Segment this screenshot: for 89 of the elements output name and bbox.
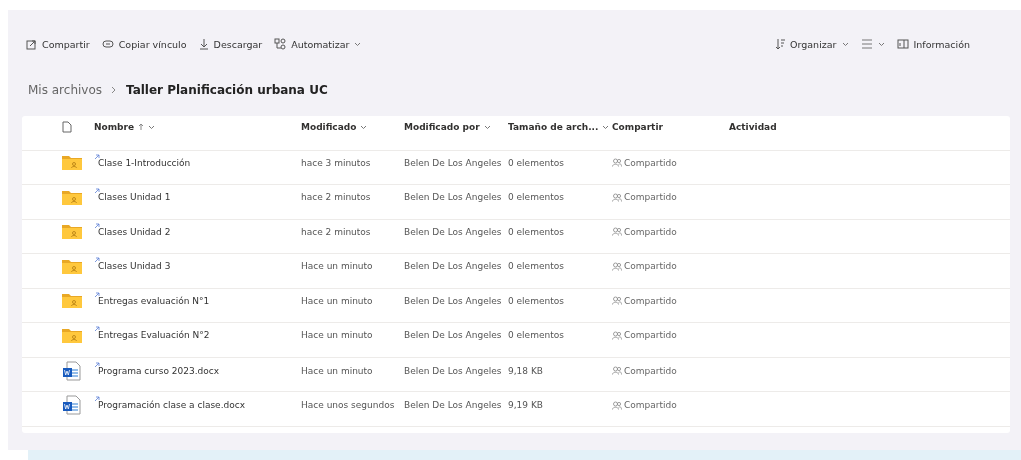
share-icon	[26, 38, 37, 50]
people-icon	[612, 261, 622, 271]
sync-arrow-icon	[94, 291, 100, 298]
modified-by-cell-text: Belen De Los Angeles	[404, 330, 503, 341]
breadcrumb-current: Taller Planificación urbana UC	[126, 83, 328, 97]
file-name-link[interactable]: Programa curso 2023.docx	[94, 365, 301, 376]
people-icon	[612, 330, 622, 340]
people-icon	[612, 366, 622, 376]
shared-folder-icon	[62, 224, 82, 240]
people-icon	[612, 400, 622, 410]
file-name-link[interactable]: Clase 1-Introducción	[94, 157, 301, 168]
modified-by-cell-text: Belen De Los Angeles	[404, 400, 503, 411]
modified-by-cell-text: Belen De Los Angeles	[404, 226, 503, 237]
sharing-status: Compartido	[624, 330, 677, 341]
sort-icon	[775, 38, 786, 50]
breadcrumb-link[interactable]: Mis archivos	[28, 83, 102, 97]
column-header[interactable]: Tamaño de arch...	[508, 122, 612, 133]
size-cell-text: 0 elementos	[508, 192, 565, 203]
sync-arrow-icon	[94, 326, 100, 333]
size-cell-text: 0 elementos	[508, 295, 565, 306]
sharing-status: Compartido	[624, 400, 677, 411]
shared-folder-icon	[62, 155, 82, 171]
sharing-status: Compartido	[624, 295, 677, 306]
modified-by-cell-text: Belen De Los Angeles	[404, 157, 503, 168]
people-icon	[612, 158, 622, 168]
size-cell-text: 9,18 KB	[508, 365, 544, 376]
sort-up-icon	[138, 123, 145, 132]
flow-button[interactable]: Automatizar	[274, 38, 362, 50]
share-button[interactable]: Compartir	[26, 38, 90, 50]
shared-folder-icon	[62, 189, 82, 205]
file-name-link[interactable]: Programación clase a clase.docx	[94, 400, 301, 411]
modified-cell-text: Hace unos segundos	[301, 400, 396, 411]
sync-arrow-icon	[94, 361, 100, 368]
people-icon	[612, 296, 622, 306]
size-cell-text: 0 elementos	[508, 330, 565, 341]
sync-arrow-icon	[94, 396, 100, 403]
column-header[interactable]: Modificado	[301, 122, 404, 133]
sharing-status: Compartido	[624, 226, 677, 237]
modified-cell-text: Hace un minuto	[301, 261, 374, 272]
sync-arrow-icon	[94, 188, 100, 195]
file-name-link[interactable]: Clases Unidad 2	[94, 226, 301, 237]
sharing-status: Compartido	[624, 192, 677, 203]
people-icon	[612, 192, 622, 202]
column-header[interactable]: Actividad	[729, 122, 1010, 133]
download-button[interactable]: Descargar	[198, 38, 263, 50]
size-cell-text: 0 elementos	[508, 261, 565, 272]
modified-cell-text: hace 2 minutos	[301, 192, 372, 203]
file-type-icon	[62, 121, 72, 134]
modified-cell-text: Hace un minuto	[301, 365, 374, 376]
view-button[interactable]	[860, 39, 885, 49]
word-document-icon	[62, 360, 82, 381]
flow-icon	[274, 38, 287, 50]
sync-arrow-icon	[94, 153, 100, 160]
shared-folder-icon	[62, 327, 82, 343]
sharing-status: Compartido	[624, 157, 677, 168]
shared-folder-icon	[62, 293, 82, 309]
modified-cell-text: Hace un minuto	[301, 295, 374, 306]
size-cell-text: 0 elementos	[508, 157, 565, 168]
file-name-link[interactable]: Clases Unidad 3	[94, 261, 301, 272]
people-icon	[612, 227, 622, 237]
column-header[interactable]: Nombre	[94, 122, 301, 133]
sync-arrow-icon	[94, 257, 100, 264]
chevron-right-icon	[110, 86, 118, 94]
modified-by-cell-text: Belen De Los Angeles	[404, 261, 503, 272]
file-name-link[interactable]: Entregas Evaluación N°2	[94, 330, 301, 341]
file-name-link[interactable]: Entregas evaluación N°1	[94, 295, 301, 306]
modified-by-cell-text: Belen De Los Angeles	[404, 295, 503, 306]
sharing-status: Compartido	[624, 365, 677, 376]
link-icon	[101, 40, 114, 48]
sharing-status: Compartido	[624, 261, 677, 272]
size-cell-text: 0 elementos	[508, 226, 565, 237]
list-view-icon	[860, 39, 873, 49]
shared-folder-icon	[62, 258, 82, 274]
sort-button[interactable]: Organizar	[775, 38, 849, 50]
info-pane-icon	[896, 39, 909, 49]
info-button[interactable]: Información	[896, 38, 970, 50]
sync-arrow-icon	[94, 222, 100, 229]
word-document-icon	[62, 395, 82, 416]
size-cell-text: 9,19 KB	[508, 400, 544, 411]
file-name-link[interactable]: Clases Unidad 1	[94, 192, 301, 203]
modified-by-cell-text: Belen De Los Angeles	[404, 365, 503, 376]
modified-by-cell-text: Belen De Los Angeles	[404, 192, 503, 203]
column-header[interactable]: Compartir	[612, 122, 729, 133]
modified-cell-text: Hace un minuto	[301, 330, 374, 341]
modified-cell-text: hace 2 minutos	[301, 226, 372, 237]
modified-cell-text: hace 3 minutos	[301, 157, 372, 168]
column-header[interactable]: Modificado por	[404, 122, 508, 133]
link-button[interactable]: Copiar vínculo	[101, 38, 187, 50]
download-icon	[198, 38, 209, 50]
